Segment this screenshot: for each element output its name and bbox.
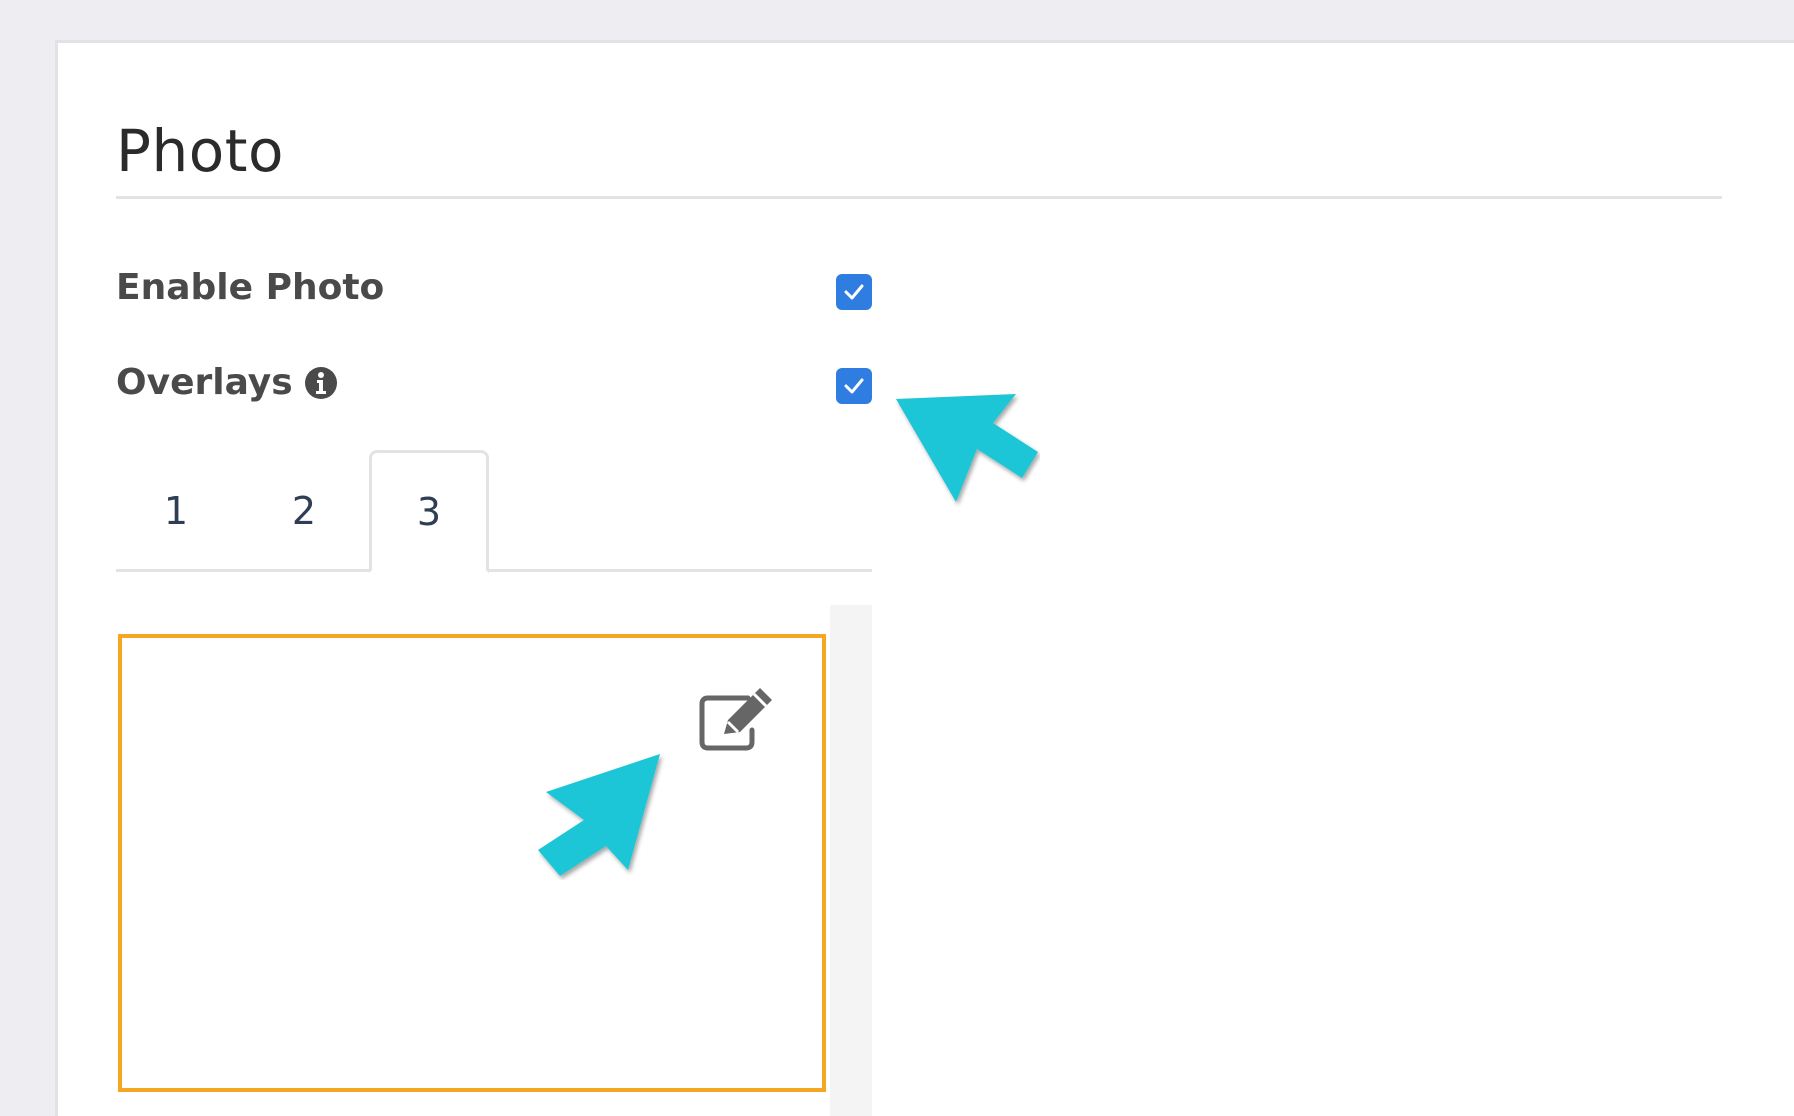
enable-photo-label: Enable Photo bbox=[116, 267, 385, 308]
info-circle-icon[interactable] bbox=[303, 365, 339, 401]
overlay-tabs: 1 2 3 bbox=[116, 450, 872, 573]
tab-3-active[interactable]: 3 bbox=[369, 450, 489, 573]
overlays-label-row: Overlays bbox=[116, 362, 339, 403]
edit-icon[interactable] bbox=[698, 688, 776, 754]
tab-1[interactable]: 1 bbox=[116, 450, 236, 572]
enable-photo-checkbox[interactable] bbox=[836, 274, 872, 310]
tab-2[interactable]: 2 bbox=[244, 450, 364, 572]
overlays-label: Overlays bbox=[116, 362, 293, 403]
title-divider bbox=[116, 196, 1722, 199]
check-icon bbox=[844, 378, 864, 394]
section-title: Photo bbox=[116, 117, 284, 185]
annotation-arrow-checkbox bbox=[896, 394, 1038, 502]
scrollbar-track[interactable] bbox=[830, 605, 872, 1116]
check-icon bbox=[844, 284, 864, 300]
annotation-arrow-edit bbox=[538, 754, 660, 876]
overlays-checkbox[interactable] bbox=[836, 368, 872, 404]
